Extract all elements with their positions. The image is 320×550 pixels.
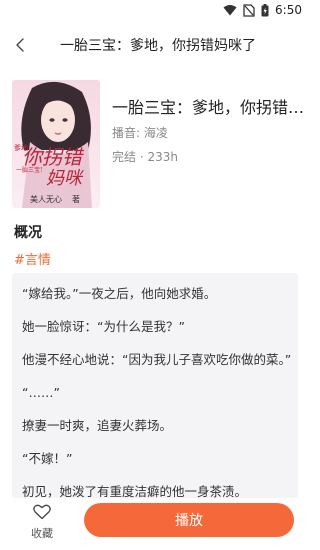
book-info: 你拐错 妈咪 爹地 一胎三宝! 美人无心 著 一胎三宝：爹地，你拐错妈咪了 播音…	[12, 80, 312, 210]
wifi-icon	[223, 5, 237, 16]
book-status: 完结 · 233h	[112, 150, 178, 164]
battery-icon	[261, 3, 269, 16]
narrator: 播音: 海凌	[112, 126, 168, 140]
description-line: 撩妻一时爽，追妻火葬场。	[22, 418, 173, 433]
description-line: 他漫不经心地说：“因为我儿子喜欢吃你做的菜。”	[22, 352, 292, 367]
book-cover[interactable]: 你拐错 妈咪 爹地 一胎三宝! 美人无心 著	[12, 80, 100, 208]
genre-tag[interactable]: #言情	[14, 249, 51, 268]
description-box: “嫁给我。”一夜之后，他向她求婚。 她一脸惊讶：“为什么是我？” 他漫不经心地说…	[12, 273, 298, 499]
status-time: 6:50	[275, 3, 302, 17]
cover-art: 你拐错 妈咪 爹地 一胎三宝! 美人无心 著	[12, 80, 100, 208]
overview-title: 概况	[14, 225, 42, 241]
description-line: “不嫁！”	[22, 451, 73, 466]
header-title: 一胎三宝：爹地，你拐错妈咪了	[60, 38, 256, 54]
status-bar: 6:50	[0, 0, 310, 24]
favorite-label: 收藏	[31, 527, 53, 540]
favorite-button[interactable]: 收藏	[26, 504, 58, 541]
cover-big-title-1: 你拐错	[22, 145, 85, 169]
status-icons: 6:50	[223, 3, 302, 17]
cover-small-title: 一胎三宝!	[16, 166, 42, 174]
cover-author: 美人无心	[30, 194, 62, 204]
description-line: “嫁给我。”一夜之后，他向她求婚。	[22, 286, 217, 301]
back-arrow-icon[interactable]	[12, 36, 30, 54]
cover-side-text: 爹地	[14, 143, 28, 152]
cover-big-title-2: 妈咪	[46, 168, 84, 189]
no-sim-icon	[243, 3, 255, 17]
header: 一胎三宝：爹地，你拐错妈咪了	[0, 24, 310, 66]
cover-author-suffix: 著	[72, 194, 80, 204]
description-line: 初见，她泼了有重度洁癖的他一身茶渍。	[22, 484, 248, 499]
bottom-bar: 收藏 播放	[0, 498, 310, 550]
description-line: “……”	[22, 385, 60, 400]
heart-icon	[33, 504, 51, 520]
book-title: 一胎三宝：爹地，你拐错妈咪了	[112, 98, 312, 117]
description-line: 她一脸惊讶：“为什么是我？”	[22, 319, 185, 334]
play-button[interactable]: 播放	[84, 503, 294, 537]
